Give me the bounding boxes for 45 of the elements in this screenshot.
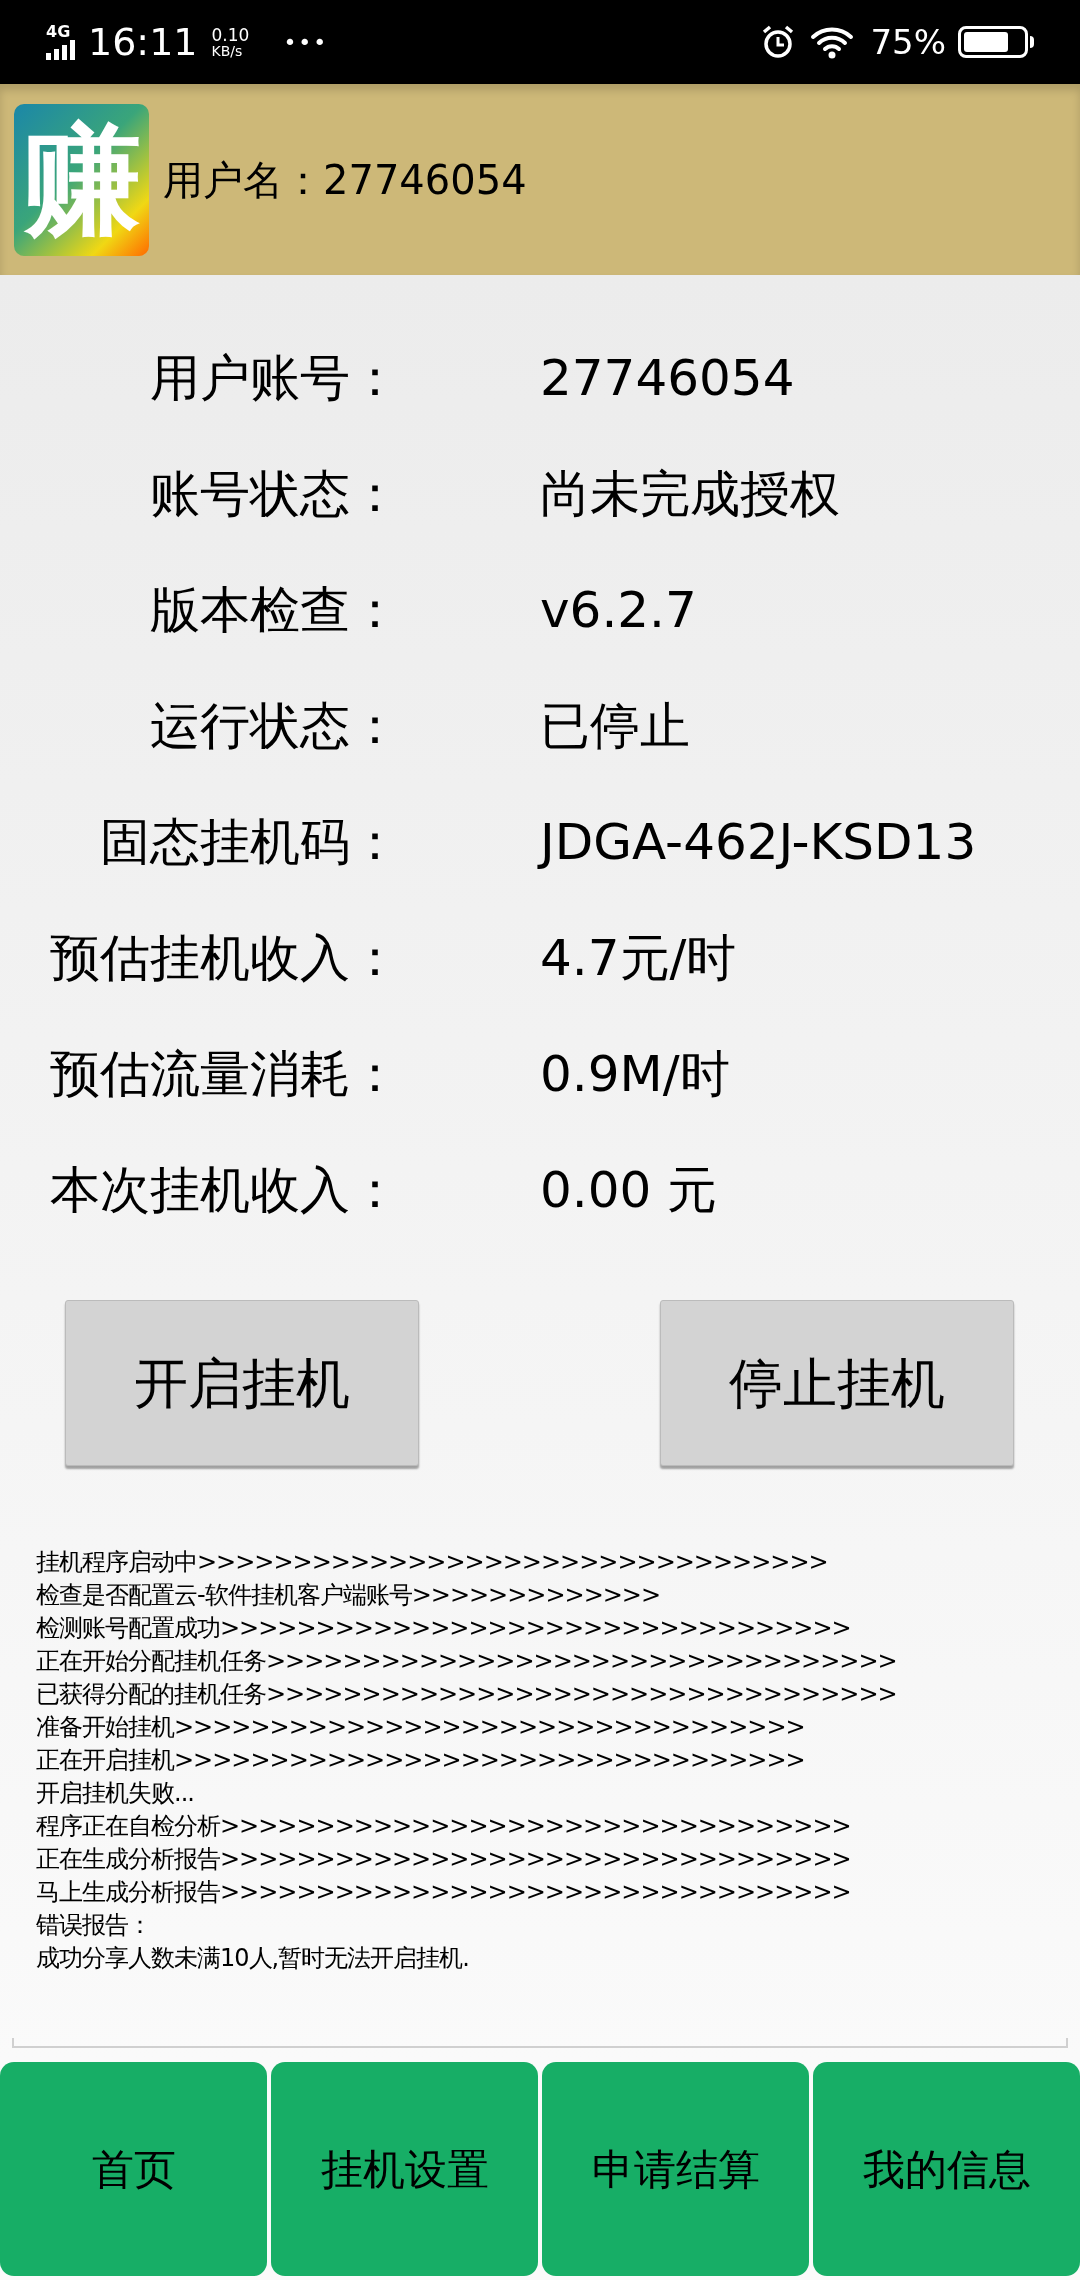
speed-unit: KB/s bbox=[211, 43, 244, 58]
nav-tab[interactable]: 申请结算 bbox=[542, 2062, 809, 2276]
app-logo: 赚 bbox=[14, 103, 149, 256]
nav-tab[interactable]: 我的信息 bbox=[813, 2062, 1080, 2276]
log-line: 错误报告： bbox=[36, 1910, 152, 1941]
field-label: 固态挂机码： bbox=[100, 811, 400, 873]
clock: 16:11 bbox=[88, 18, 198, 66]
log-line: 成功分享人数未满10人,暂时无法开启挂机. bbox=[36, 1943, 470, 1974]
wifi-icon bbox=[810, 25, 855, 59]
more-dots: ••• bbox=[283, 28, 329, 57]
signal-icon bbox=[46, 40, 76, 60]
log-line: 准备开始挂机>>>>>>>>>>>>>>>>>>>>>>>>>>>>>>>>> bbox=[36, 1712, 806, 1743]
log-line: 正在生成分析报告>>>>>>>>>>>>>>>>>>>>>>>>>>>>>>>>> bbox=[36, 1844, 852, 1875]
field-label: 预估挂机收入： bbox=[50, 927, 400, 989]
nav-tab[interactable]: 首页 bbox=[0, 2062, 267, 2276]
action-button[interactable]: 停止挂机 bbox=[660, 1300, 1014, 1466]
field-value: v6.2.7 bbox=[540, 579, 697, 641]
log-line: 正在开启挂机>>>>>>>>>>>>>>>>>>>>>>>>>>>>>>>>> bbox=[36, 1745, 806, 1776]
field-label: 本次挂机收入： bbox=[50, 1159, 400, 1221]
action-button[interactable]: 开启挂机 bbox=[65, 1300, 419, 1466]
log-line: 马上生成分析报告>>>>>>>>>>>>>>>>>>>>>>>>>>>>>>>>> bbox=[36, 1877, 852, 1908]
field-value: 0.9M/时 bbox=[540, 1043, 730, 1105]
log-line: 程序正在自检分析>>>>>>>>>>>>>>>>>>>>>>>>>>>>>>>>> bbox=[36, 1811, 852, 1842]
field-label: 版本检查： bbox=[150, 579, 400, 641]
network-speed: 0.10 bbox=[211, 26, 250, 44]
field-label: 预估流量消耗： bbox=[50, 1043, 400, 1105]
field-value: 27746054 bbox=[540, 347, 795, 409]
field-value: 4.7元/时 bbox=[540, 927, 737, 989]
field-label: 运行状态： bbox=[150, 695, 400, 757]
username-label: 用户名：27746054 bbox=[163, 155, 527, 205]
network-type: 4G bbox=[46, 24, 71, 40]
log-line: 挂机程序启动中>>>>>>>>>>>>>>>>>>>>>>>>>>>>>>>>> bbox=[36, 1547, 829, 1578]
battery-icon bbox=[958, 26, 1028, 58]
field-value: 尚未完成授权 bbox=[540, 463, 840, 525]
battery-percent: 75% bbox=[870, 20, 946, 64]
field-value: 0.00 元 bbox=[540, 1159, 718, 1221]
log-line: 检查是否配置云-软件挂机客户端账号>>>>>>>>>>>>> bbox=[36, 1580, 662, 1611]
log-line: 开启挂机失败... bbox=[36, 1778, 195, 1809]
log-line: 检测账号配置成功>>>>>>>>>>>>>>>>>>>>>>>>>>>>>>>>> bbox=[36, 1613, 852, 1644]
field-label: 用户账号： bbox=[150, 347, 400, 409]
log-line: 已获得分配的挂机任务>>>>>>>>>>>>>>>>>>>>>>>>>>>>>>>>> bbox=[36, 1679, 898, 1710]
log-line: 正在开始分配挂机任务>>>>>>>>>>>>>>>>>>>>>>>>>>>>>>>>> bbox=[36, 1646, 898, 1677]
field-value: 已停止 bbox=[540, 695, 690, 757]
nav-tab[interactable]: 挂机设置 bbox=[271, 2062, 538, 2276]
field-label: 账号状态： bbox=[150, 463, 400, 525]
